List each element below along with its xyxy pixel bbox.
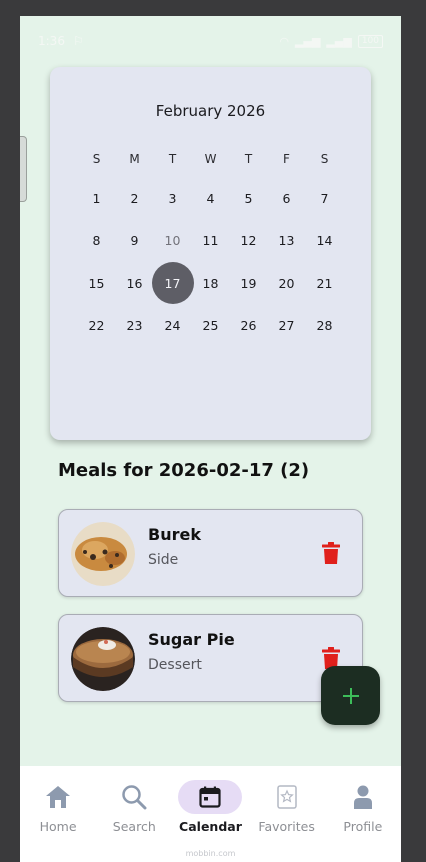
calendar-day-number: 5: [244, 190, 253, 206]
meal-category: Side: [148, 552, 179, 568]
calendar-day[interactable]: 10: [155, 220, 190, 263]
calendar-day[interactable]: 15: [79, 262, 114, 305]
meals-heading: Meals for 2026-02-17 (2): [58, 460, 310, 481]
calendar-day[interactable]: 5: [231, 177, 266, 220]
meal-category: Dessert: [148, 657, 202, 673]
calendar-day[interactable]: 18: [193, 262, 228, 305]
calendar-day[interactable]: 27: [269, 305, 304, 348]
calendar-day[interactable]: 28: [307, 305, 342, 348]
calendar-day[interactable]: 26: [231, 305, 266, 348]
status-bar: 1:36 ⚐ ◠ ▂▄▆ ▂▄▆ 100: [20, 16, 401, 66]
calendar-day-number: 7: [320, 190, 329, 206]
calendar-day-number: 18: [202, 275, 219, 291]
calendar-card: February 2026 S M T W T F S 1 2 3 4 5 6 7 8 9 10 11 12 13 14…: [50, 67, 371, 440]
calendar-day-number: 17: [164, 275, 181, 291]
calendar-day[interactable]: 22: [79, 305, 114, 348]
calendar-day[interactable]: 25: [193, 305, 228, 348]
calendar-day-number: 9: [130, 233, 139, 249]
nav-label: Home: [39, 819, 77, 834]
calendar-day[interactable]: 20: [269, 262, 304, 305]
calendar-day-number: 16: [126, 275, 143, 291]
calendar-day[interactable]: 16: [117, 262, 152, 305]
nav-label: Calendar: [179, 819, 242, 834]
wifi-icon: ◠: [279, 34, 290, 48]
delete-icon[interactable]: [322, 542, 340, 564]
calendar-day[interactable]: 23: [117, 305, 152, 348]
notification-icon: ⚐: [72, 34, 84, 48]
calendar-day[interactable]: 2: [117, 177, 152, 220]
signal-icon: ▂▄▆: [295, 34, 321, 48]
calendar-day-number: 28: [316, 318, 333, 334]
profile-icon: [353, 785, 372, 809]
watermark: mobbin.com: [185, 849, 236, 858]
meal-name: Sugar Pie: [148, 630, 235, 649]
meal-image-burek: [71, 522, 135, 586]
calendar-day[interactable]: 3: [155, 177, 190, 220]
calendar-day-number: 3: [168, 190, 177, 206]
calendar-day[interactable]: 13: [269, 220, 304, 263]
nav-label: Search: [112, 819, 156, 834]
favorites-icon: [276, 785, 297, 809]
weekday-label: T: [244, 151, 253, 166]
calendar-day-selected[interactable]: 17: [155, 262, 190, 305]
weekday-label: F: [283, 151, 290, 166]
calendar-day[interactable]: 12: [231, 220, 266, 263]
calendar-grid: S M T W T F S 1 2 3 4 5 6 7 8 9 10 11 12 13 14 15 16 17 18 19 20 21…: [79, 148, 342, 347]
calendar-day-number: 21: [316, 275, 333, 291]
calendar-day-number: 26: [240, 318, 257, 334]
calendar-day[interactable]: 7: [307, 177, 342, 220]
calendar-day-number: 23: [126, 318, 143, 334]
calendar-day-number: 11: [202, 233, 219, 249]
plus-icon: [342, 687, 359, 704]
app-screen: 1:36 ⚐ ◠ ▂▄▆ ▂▄▆ 100 February 2026 S M T W T…: [20, 16, 401, 862]
meal-card[interactable]: Sugar Pie Dessert: [58, 614, 363, 702]
edge-handle[interactable]: [20, 136, 27, 202]
calendar-day-number: 25: [202, 318, 219, 334]
calendar-day-number: 14: [316, 233, 333, 249]
calendar-day[interactable]: 1: [79, 177, 114, 220]
status-time: 1:36: [38, 34, 65, 48]
calendar-day-number: 2: [130, 190, 139, 206]
home-icon: [46, 786, 71, 808]
weekday-label: W: [204, 151, 217, 166]
calendar-day-number: 15: [88, 275, 105, 291]
calendar-day[interactable]: 6: [269, 177, 304, 220]
signal-icon-2: ▂▄▆: [326, 34, 352, 48]
calendar-day[interactable]: 24: [155, 305, 190, 348]
calendar-icon: [199, 786, 222, 808]
calendar-day-number: 19: [240, 275, 257, 291]
bottom-navigation: Home Search Calendar Favorites Profile m…: [20, 766, 401, 862]
calendar-day-number: 20: [278, 275, 295, 291]
search-icon: [122, 785, 147, 810]
calendar-day-number: 27: [278, 318, 295, 334]
calendar-day-number: 24: [164, 318, 181, 334]
battery-icon: 100: [357, 34, 383, 48]
meal-name: Burek: [148, 525, 201, 544]
calendar-day-number: 4: [206, 190, 215, 206]
weekday-label: M: [129, 151, 140, 166]
calendar-day-number: 12: [240, 233, 257, 249]
calendar-day-number: 10: [164, 233, 181, 249]
weekday-label: S: [92, 151, 101, 166]
nav-label: Profile: [343, 819, 383, 834]
add-meal-button[interactable]: [321, 666, 380, 725]
calendar-day[interactable]: 14: [307, 220, 342, 263]
nav-label: Favorites: [258, 819, 315, 834]
calendar-day[interactable]: 4: [193, 177, 228, 220]
calendar-day-number: 1: [92, 190, 101, 206]
weekday-label: T: [168, 151, 177, 166]
meal-image-sugar-pie: [71, 627, 135, 691]
calendar-day-number: 22: [88, 318, 105, 334]
weekday-label: S: [320, 151, 329, 166]
calendar-day[interactable]: 8: [79, 220, 114, 263]
calendar-day[interactable]: 9: [117, 220, 152, 263]
calendar-day[interactable]: 11: [193, 220, 228, 263]
calendar-day[interactable]: 19: [231, 262, 266, 305]
calendar-month-title: February 2026: [155, 102, 266, 120]
calendar-day-number: 8: [92, 233, 101, 249]
calendar-day-number: 13: [278, 233, 295, 249]
calendar-day-number: 6: [282, 190, 291, 206]
meal-card[interactable]: Burek Side: [58, 509, 363, 597]
calendar-day[interactable]: 21: [307, 262, 342, 305]
